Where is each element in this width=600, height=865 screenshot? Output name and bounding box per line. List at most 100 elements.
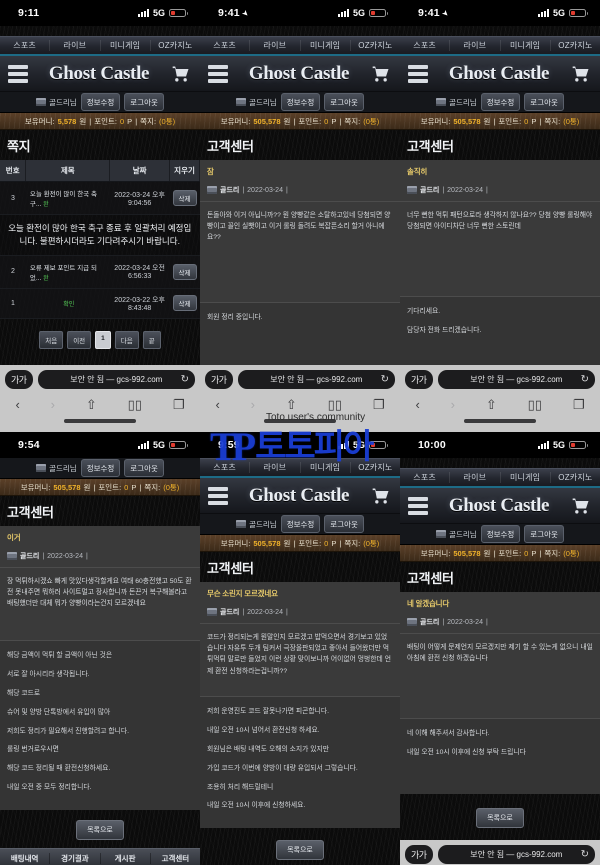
brand-title: Ghost Castle bbox=[48, 62, 150, 84]
back-to-list-button[interactable]: 목록으로 bbox=[476, 808, 524, 828]
cart-icon[interactable] bbox=[570, 496, 592, 516]
url-bar[interactable]: 보안 안 됨 — gcs-992.com ↻ bbox=[37, 370, 195, 389]
text-size-button[interactable]: 가가 bbox=[405, 370, 433, 389]
nav-tab-ozcasino[interactable]: OZ카지노 bbox=[351, 40, 400, 51]
nav-tab-live[interactable]: 라이브 bbox=[250, 462, 301, 473]
text-size-button[interactable]: 가가 bbox=[5, 370, 33, 389]
tabs-icon[interactable]: ❐ bbox=[573, 398, 585, 411]
cart-icon[interactable] bbox=[370, 486, 392, 506]
nav-tab-ozcasino[interactable]: OZ카지노 bbox=[351, 462, 400, 473]
edit-profile-button[interactable]: 정보수정 bbox=[480, 93, 521, 111]
reload-icon[interactable]: ↻ bbox=[181, 374, 189, 385]
bottom-nav-results[interactable]: 경기결과 bbox=[50, 853, 101, 865]
url-bar[interactable]: 보안 안 됨 — gcs-992.com ↻ bbox=[437, 370, 595, 389]
cart-icon[interactable] bbox=[370, 64, 392, 84]
page-first[interactable]: 처음 bbox=[39, 330, 64, 349]
share-icon[interactable]: ⇧ bbox=[86, 398, 97, 411]
post-date: 2022-03-24 bbox=[247, 608, 283, 616]
edit-profile-button[interactable]: 정보수정 bbox=[480, 525, 521, 543]
rank-icon bbox=[207, 186, 217, 194]
menu-icon[interactable] bbox=[208, 486, 228, 505]
safari-url-row: 가가 보안 안 됨 — gcs-992.com ↻ bbox=[0, 365, 200, 392]
nav-tab-ozcasino[interactable]: OZ카지노 bbox=[551, 472, 600, 483]
back-icon[interactable]: ‹ bbox=[15, 398, 19, 411]
reply-line: 회원님은 배팅 내역도 오해의 소지가 있지만 bbox=[207, 745, 329, 753]
bottom-nav-board[interactable]: 게시판 bbox=[101, 853, 151, 865]
status-badge: 확인 bbox=[63, 301, 75, 308]
menu-icon[interactable] bbox=[408, 64, 428, 83]
logout-button[interactable]: 로그아웃 bbox=[124, 459, 164, 477]
brand-header: Ghost Castle bbox=[200, 56, 400, 92]
bottom-nav-betting[interactable]: 배팅내역 bbox=[0, 853, 51, 865]
tabs-icon[interactable]: ❐ bbox=[173, 398, 185, 411]
menu-icon[interactable] bbox=[208, 64, 228, 83]
back-to-list-button[interactable]: 목록으로 bbox=[76, 820, 124, 841]
nav-tab-live[interactable]: 라이브 bbox=[250, 40, 301, 51]
nav-tab-sports[interactable]: 스포츠 bbox=[400, 472, 451, 483]
edit-profile-button[interactable]: 정보수정 bbox=[280, 93, 321, 111]
nav-tab-minigame[interactable]: 미니게임 bbox=[301, 462, 351, 473]
nav-tab-minigame[interactable]: 미니게임 bbox=[301, 40, 351, 51]
delete-button[interactable]: 삭제 bbox=[172, 190, 197, 206]
forward-icon[interactable]: › bbox=[251, 398, 255, 411]
text-size-button[interactable]: 가가 bbox=[405, 845, 433, 864]
nav-tab-minigame[interactable]: 미니게임 bbox=[501, 472, 551, 483]
back-icon[interactable]: ‹ bbox=[215, 398, 219, 411]
share-icon[interactable]: ⇧ bbox=[486, 398, 497, 411]
nav-tab-live[interactable]: 라이브 bbox=[450, 40, 501, 51]
nav-tab-sports[interactable]: 스포츠 bbox=[400, 40, 451, 51]
edit-profile-button[interactable]: 정보수정 bbox=[280, 515, 321, 533]
logout-button[interactable]: 로그아웃 bbox=[524, 93, 564, 111]
nav-tab-ozcasino[interactable]: OZ카지노 bbox=[151, 40, 200, 51]
forward-icon[interactable]: › bbox=[51, 398, 55, 411]
bottom-nav-support[interactable]: 고객센터 bbox=[151, 853, 200, 864]
nav-tab-ozcasino[interactable]: OZ카지노 bbox=[551, 40, 600, 51]
money-bar: 보유머니: 505,578 원 | 포인트: 0 P | 쪽지: (0통) bbox=[200, 535, 400, 552]
delete-button[interactable]: 삭제 bbox=[172, 295, 197, 311]
text-size-button[interactable]: 가가 bbox=[205, 370, 233, 389]
page-prev[interactable]: 이전 bbox=[67, 330, 92, 349]
page-next[interactable]: 다음 bbox=[114, 330, 139, 349]
book-icon[interactable]: ▯▯ bbox=[328, 398, 342, 411]
nav-tab-live[interactable]: 라이브 bbox=[450, 472, 501, 483]
menu-icon[interactable] bbox=[8, 64, 28, 83]
cart-icon[interactable] bbox=[570, 64, 592, 84]
back-to-list-button[interactable]: 목록으로 bbox=[276, 840, 324, 861]
nav-tab-minigame[interactable]: 미니게임 bbox=[501, 40, 551, 51]
cart-icon[interactable] bbox=[170, 64, 192, 84]
delete-button[interactable]: 삭제 bbox=[172, 263, 197, 280]
forward-icon[interactable]: › bbox=[451, 398, 455, 411]
logout-button[interactable]: 로그아웃 bbox=[324, 515, 364, 533]
reload-icon[interactable]: ↻ bbox=[581, 849, 589, 860]
menu-icon[interactable] bbox=[408, 496, 428, 515]
nav-tab-minigame[interactable]: 미니게임 bbox=[101, 40, 151, 51]
logout-button[interactable]: 로그아웃 bbox=[324, 93, 364, 111]
logout-button[interactable]: 로그아웃 bbox=[124, 93, 164, 111]
nav-tab-sports[interactable]: 스포츠 bbox=[200, 40, 251, 51]
nav-tab-sports[interactable]: 스포츠 bbox=[0, 40, 51, 51]
table-row[interactable]: 1 확인 2022-03-22 오후 8:43:48 삭제 bbox=[0, 288, 200, 319]
page-1[interactable]: 1 bbox=[95, 330, 111, 349]
back-icon[interactable]: ‹ bbox=[415, 398, 419, 411]
header-spacer bbox=[400, 26, 600, 36]
edit-profile-button[interactable]: 정보수정 bbox=[80, 93, 121, 111]
edit-profile-button[interactable]: 정보수정 bbox=[80, 459, 121, 477]
logout-button[interactable]: 로그아웃 bbox=[524, 525, 564, 543]
expanded-message: 오늘 환전이 많아 한국 축구 종료 후 일괄처리 예정입니다. 불편하시더라도… bbox=[0, 214, 200, 256]
reload-icon[interactable]: ↻ bbox=[381, 374, 389, 385]
page-last[interactable]: 끝 bbox=[142, 330, 161, 349]
reload-icon[interactable]: ↻ bbox=[581, 374, 589, 385]
nav-tab-sports[interactable]: 스포츠 bbox=[200, 462, 251, 473]
table-row[interactable]: 3 오늘 환전이 많이 한국 축구... 완 2022-03-24 오후 9:0… bbox=[0, 181, 200, 215]
status-time: 10:00 bbox=[418, 439, 446, 451]
book-icon[interactable]: ▯▯ bbox=[128, 398, 142, 411]
book-icon[interactable]: ▯▯ bbox=[528, 398, 542, 411]
url-bar[interactable]: 보안 안 됨 — gcs-992.com ↻ bbox=[437, 845, 595, 864]
url-bar[interactable]: 보안 안 됨 — gcs-992.com ↻ bbox=[237, 370, 395, 389]
share-icon[interactable]: ⇧ bbox=[286, 398, 297, 411]
status-time: 9:41 bbox=[418, 7, 440, 19]
nav-tab-live[interactable]: 라이브 bbox=[50, 40, 101, 51]
tabs-icon[interactable]: ❐ bbox=[373, 398, 385, 411]
brand-header: Ghost Castle bbox=[200, 478, 400, 514]
table-row[interactable]: 2 오류 제보 포인트 지급 되었... 완 2022-03-24 오전 6:5… bbox=[0, 255, 200, 289]
